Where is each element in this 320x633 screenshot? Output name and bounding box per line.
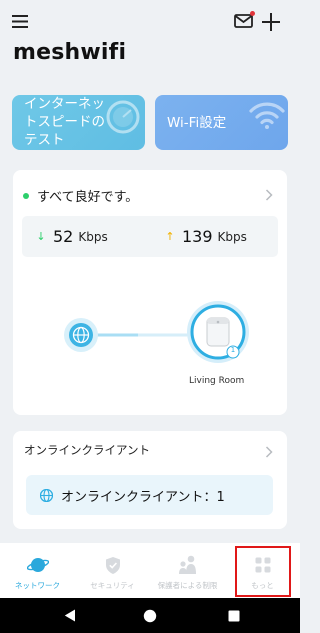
upload-value: 139 (182, 227, 213, 246)
download-arrow-icon: ↓ (36, 230, 46, 243)
speedometer-icon (105, 99, 141, 139)
app-screen: meshwifi インターネッ トスピードの テスト Wi-Fi設定 すべて良好… (0, 0, 300, 633)
shield-check-icon (105, 555, 121, 575)
device-name-label[interactable]: Living Room (189, 376, 244, 386)
tab-label: セキュリティ (90, 581, 135, 590)
system-nav-bar (0, 598, 300, 633)
speed-test-label: インターネッ トスピードの テスト (24, 95, 105, 149)
online-clients-count: オンラインクライアント：1 (61, 489, 225, 505)
wifi-icon (248, 97, 286, 135)
tab-label: 保護者による制限 (157, 581, 218, 590)
notification-dot (250, 11, 255, 16)
wifi-settings-button[interactable]: Wi-Fi設定 (155, 95, 288, 150)
status-row: すべて良好です。 (23, 186, 138, 205)
speed-summary: ↓ 52 Kbps ↑ 139 Kbps (22, 216, 278, 257)
download-unit: Kbps (78, 229, 108, 244)
speed-test-label-line: テスト (24, 132, 65, 148)
home-icon[interactable] (135, 598, 165, 633)
planet-icon (26, 555, 49, 575)
chevron-right-icon (265, 443, 273, 462)
upload-unit: Kbps (217, 229, 247, 244)
tab-network[interactable]: ネットワーク (0, 543, 75, 598)
speed-test-label-line: インターネッ (24, 96, 105, 112)
brand-title: meshwifi (13, 40, 127, 65)
speed-test-label-line: トスピードの (24, 114, 105, 130)
recents-icon[interactable] (219, 598, 249, 633)
family-icon (177, 555, 199, 575)
menu-icon[interactable] (8, 10, 32, 32)
device-badge-count: 1 (230, 346, 236, 354)
router-device-icon[interactable] (187, 301, 249, 363)
online-clients-summary[interactable]: オンラインクライアント：1 (26, 475, 273, 515)
globe-icon (40, 488, 53, 502)
internet-globe-icon[interactable] (64, 318, 98, 352)
tab-security[interactable]: セキュリティ (75, 543, 150, 598)
status-message: すべて良好です。 (37, 190, 139, 205)
mail-icon[interactable] (233, 11, 255, 31)
online-clients-card[interactable]: オンラインクライアント オンラインクライアント：1 (13, 431, 287, 529)
download-value: 52 (53, 227, 74, 246)
tab-parental-controls[interactable]: 保護者による制限 (150, 543, 225, 598)
tab-label: ネットワーク (15, 581, 60, 590)
add-icon[interactable] (258, 9, 284, 35)
highlight-box (235, 546, 291, 597)
wifi-settings-label: Wi-Fi設定 (167, 115, 227, 131)
back-icon[interactable] (55, 598, 85, 633)
chevron-right-icon (265, 186, 273, 205)
online-clients-title: オンラインクライアント (24, 443, 151, 457)
upload-arrow-icon: ↑ (165, 230, 175, 243)
download-speed: ↓ 52 Kbps (36, 227, 108, 246)
network-topology (64, 301, 249, 363)
upload-speed: ↑ 139 Kbps (165, 227, 247, 246)
status-ok-dot (23, 192, 29, 199)
network-status-card[interactable]: すべて良好です。 ↓ 52 Kbps ↑ 139 Kbps 1 Living R… (13, 170, 287, 415)
top-bar (0, 0, 300, 40)
speed-test-button[interactable]: インターネッ トスピードの テスト (12, 95, 145, 150)
